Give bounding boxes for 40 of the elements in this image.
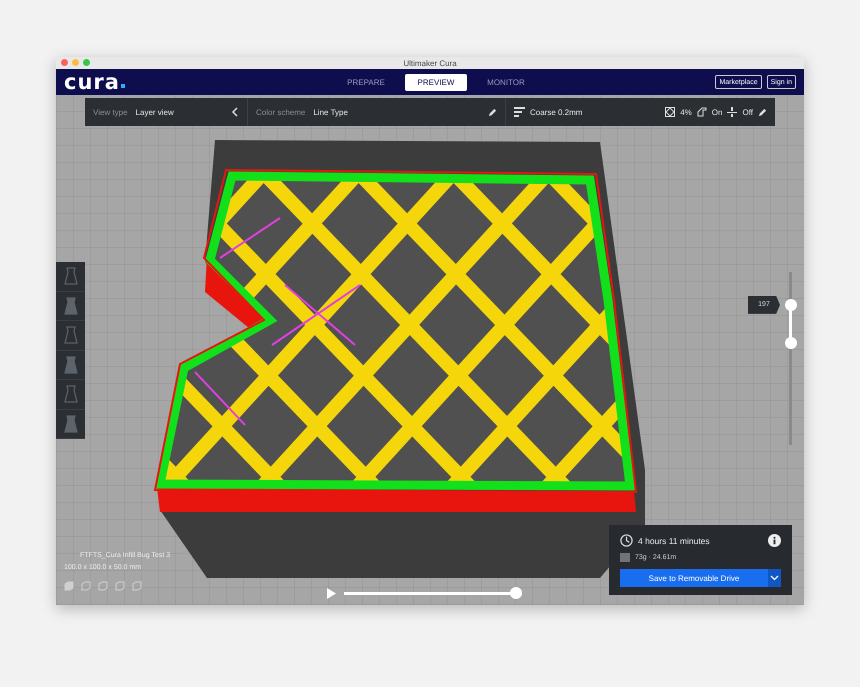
tool-icon[interactable] bbox=[62, 296, 78, 315]
color-scheme-label: Color scheme bbox=[256, 108, 306, 116]
save-button[interactable]: Save to Removable Drive bbox=[620, 569, 768, 587]
support-value[interactable]: On bbox=[712, 108, 722, 116]
playback-slider[interactable] bbox=[344, 587, 522, 599]
adhesion-value[interactable]: Off bbox=[742, 108, 753, 116]
pencil-icon[interactable] bbox=[488, 108, 497, 116]
tool-icon[interactable] bbox=[62, 356, 78, 374]
minimize-icon[interactable] bbox=[72, 59, 79, 66]
infill-icon bbox=[665, 107, 676, 117]
stage-tab[interactable]: MONITOR bbox=[475, 74, 537, 91]
view-type-label: View type bbox=[93, 108, 128, 116]
caret-icon bbox=[770, 575, 779, 581]
profile-icon bbox=[514, 107, 525, 117]
info-icon[interactable] bbox=[768, 534, 781, 547]
color-scheme-value[interactable]: Line Type bbox=[313, 108, 348, 116]
stage-tab[interactable]: PREVIEW bbox=[405, 74, 467, 91]
maximize-icon[interactable] bbox=[83, 59, 90, 66]
play-icon[interactable] bbox=[326, 588, 336, 598]
profile-value[interactable]: Coarse 0.2mm bbox=[530, 108, 582, 116]
logo-text: cura bbox=[64, 72, 120, 92]
adhesion-icon bbox=[727, 107, 738, 117]
layer-handle[interactable] bbox=[784, 298, 796, 311]
layer-handle[interactable] bbox=[784, 336, 796, 349]
tool-icon[interactable] bbox=[62, 414, 78, 433]
tool-icon[interactable] bbox=[62, 267, 78, 286]
print-time: 4 hours 11 minutes bbox=[638, 536, 710, 546]
close-icon[interactable] bbox=[61, 59, 68, 66]
clock-icon bbox=[620, 534, 633, 547]
tool-icon[interactable] bbox=[62, 385, 78, 404]
chevron-left-icon[interactable] bbox=[231, 107, 239, 117]
pencil-icon[interactable] bbox=[758, 108, 767, 116]
support-icon bbox=[696, 107, 707, 117]
save-options-button[interactable] bbox=[768, 569, 781, 587]
infill-value[interactable]: 4% bbox=[680, 108, 692, 116]
window-title: Ultimaker Cura bbox=[403, 58, 457, 68]
view-type-value[interactable]: Layer view bbox=[136, 108, 174, 116]
tool-icon[interactable] bbox=[62, 326, 78, 344]
filament-icon bbox=[620, 552, 630, 563]
stage-tab[interactable]: PREPARE bbox=[335, 74, 397, 91]
